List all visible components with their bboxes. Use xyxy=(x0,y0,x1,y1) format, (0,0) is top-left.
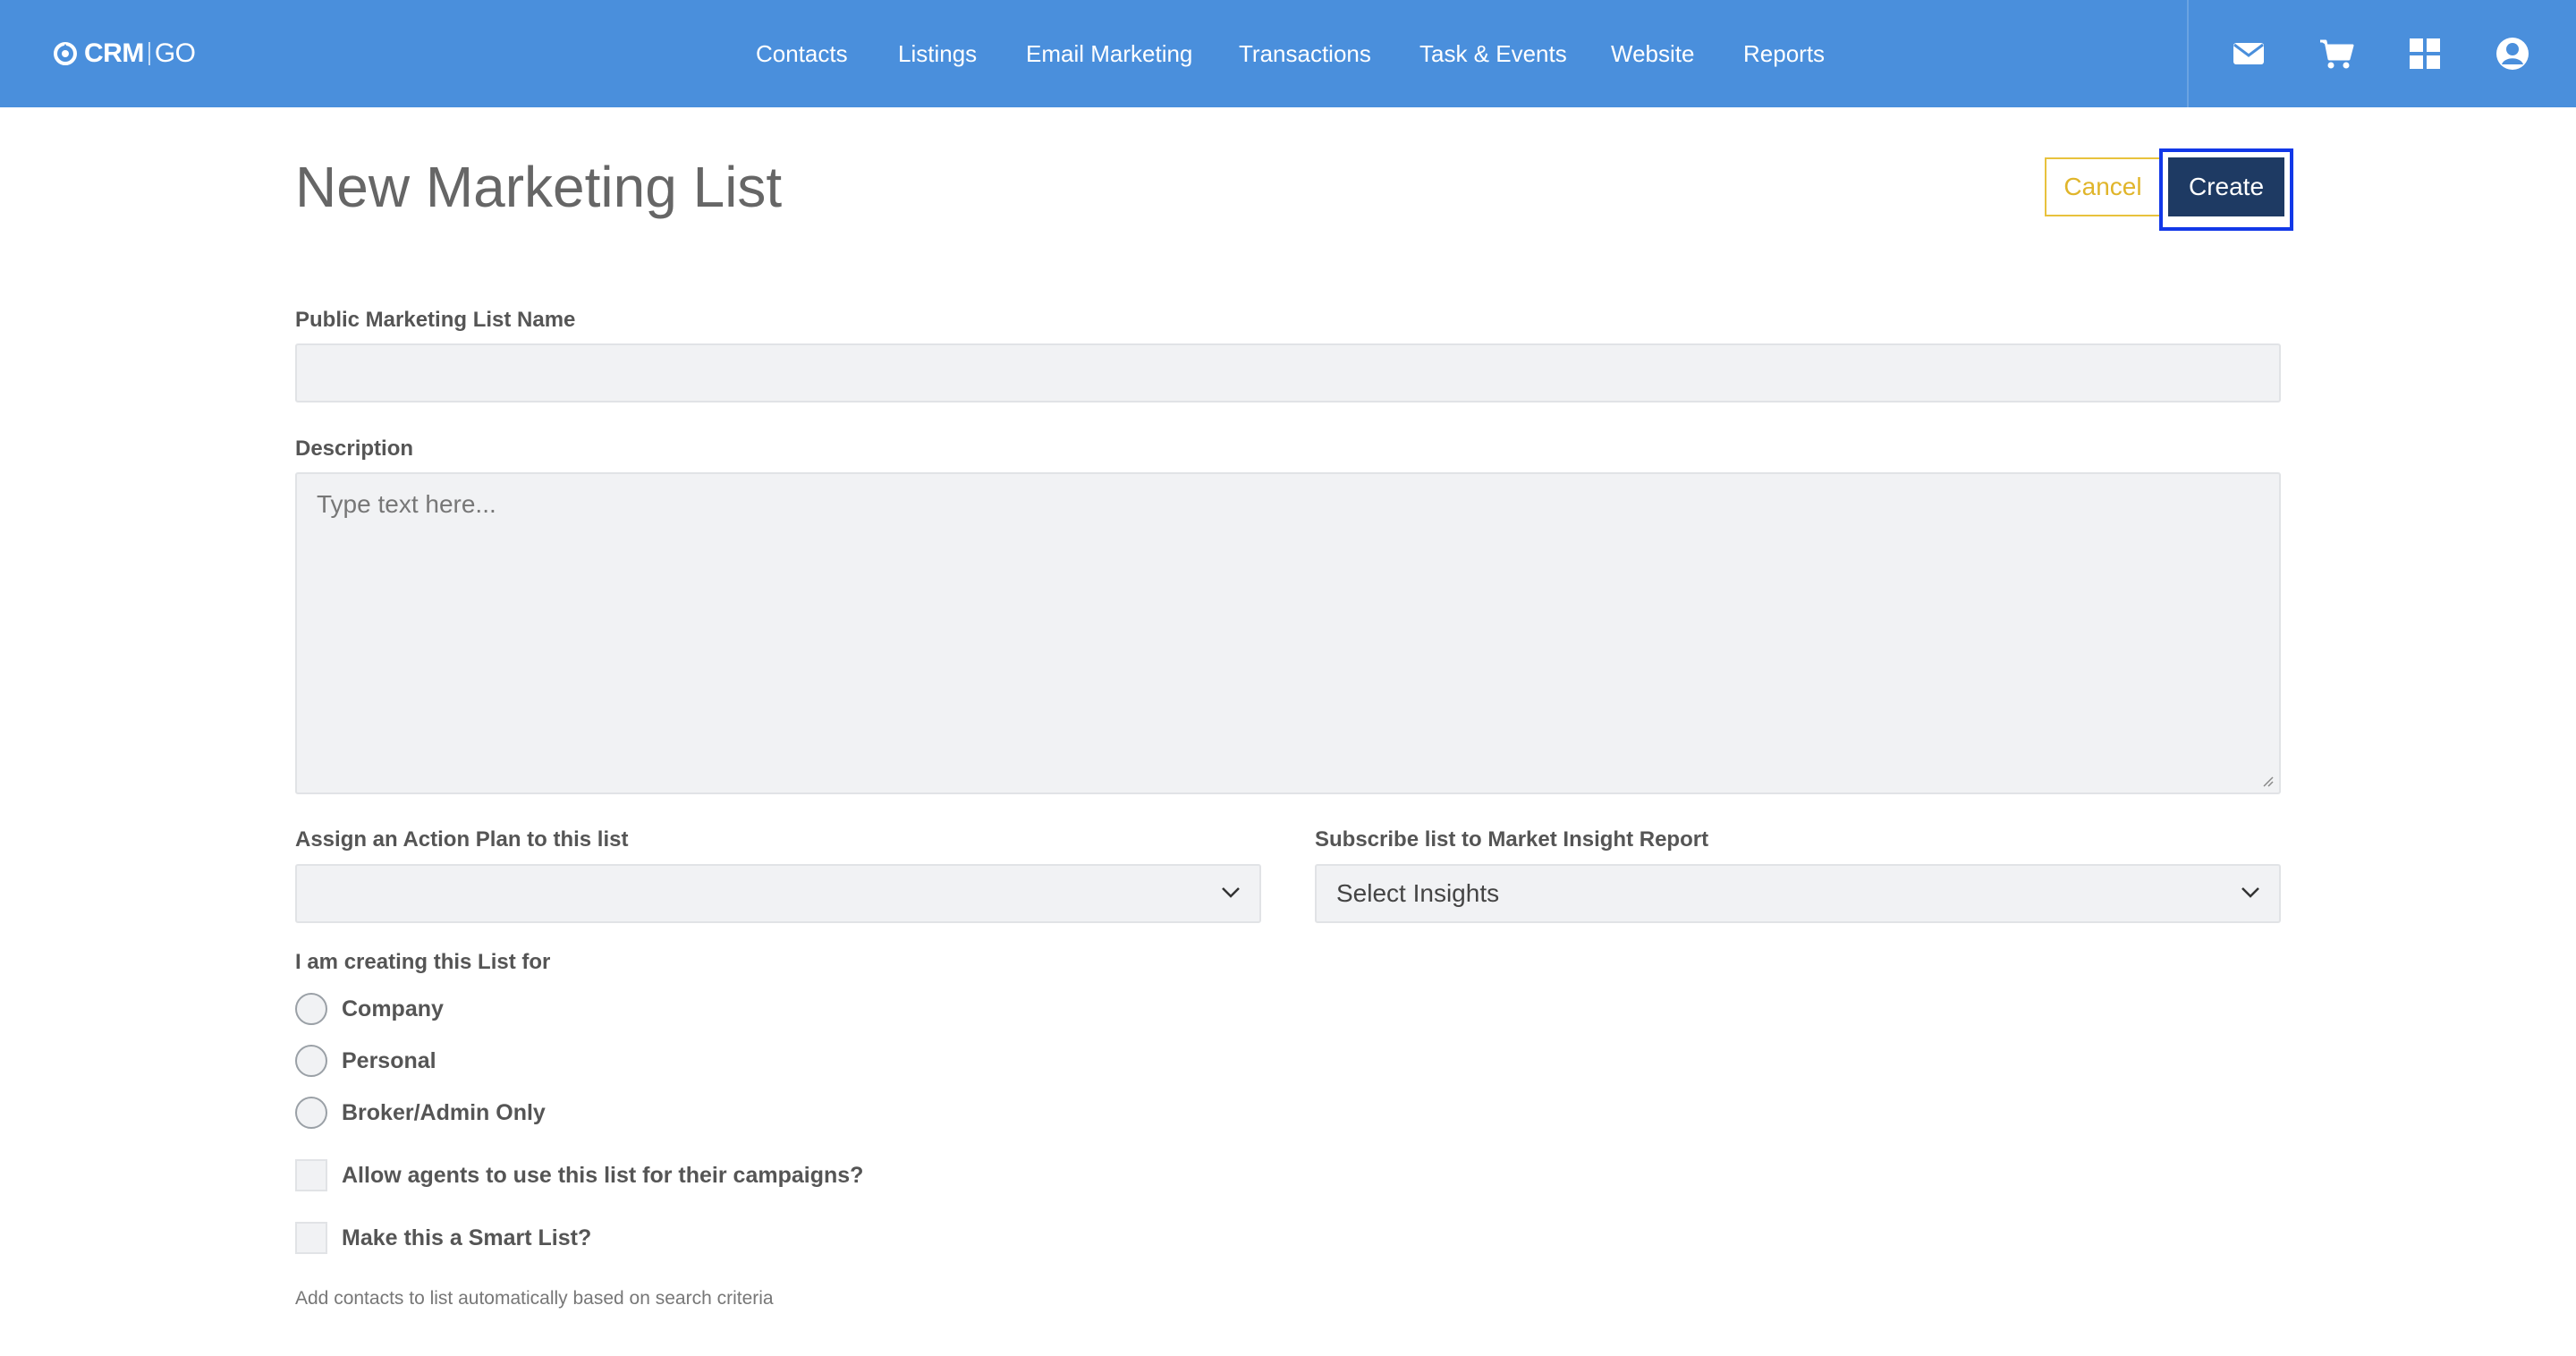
smart-list-checkbox-row[interactable]: Make this a Smart List? xyxy=(295,1222,591,1254)
radio-company[interactable]: Company xyxy=(295,993,444,1025)
insight-select[interactable]: Select Insights xyxy=(1315,864,2281,923)
nav-email-marketing-label: Email Marketing xyxy=(1026,39,1193,67)
smart-list-label: Make this a Smart List? xyxy=(342,1225,592,1250)
chevron-down-icon xyxy=(1222,887,1240,898)
topbar-divider xyxy=(2187,0,2189,107)
description-placeholder: Type text here... xyxy=(317,490,496,518)
resize-grip-icon[interactable] xyxy=(2261,775,2274,787)
radio-button[interactable] xyxy=(295,1045,327,1077)
nav-contacts[interactable]: Contacts xyxy=(756,0,848,107)
envelope-icon[interactable] xyxy=(2231,36,2267,72)
radio-button[interactable] xyxy=(295,993,327,1025)
list-name-label: Public Marketing List Name xyxy=(295,308,576,332)
nav-reports[interactable]: Reports xyxy=(1743,0,1825,107)
nav-website-label: Website xyxy=(1611,39,1695,67)
nav-email-marketing[interactable]: Email Marketing xyxy=(1026,0,1192,107)
create-button[interactable]: Create xyxy=(2168,157,2284,216)
insight-label: Subscribe list to Market Insight Report xyxy=(1315,827,1709,852)
nav-transactions-label: Transactions xyxy=(1239,39,1371,67)
top-navbar: CRM GO Contacts Listings Email Marketing… xyxy=(0,0,2576,107)
nav-contacts-label: Contacts xyxy=(756,39,848,67)
user-account-icon[interactable] xyxy=(2495,36,2530,72)
nav-task-events-label: Task & Events xyxy=(1419,39,1567,67)
action-plan-label: Assign an Action Plan to this list xyxy=(295,827,629,852)
allow-agents-label: Allow agents to use this list for their … xyxy=(342,1162,864,1188)
cart-icon[interactable] xyxy=(2318,36,2354,72)
smart-list-help-text: Add contacts to list automatically based… xyxy=(295,1288,774,1309)
logo-separator xyxy=(148,42,150,65)
nav-listings-label: Listings xyxy=(898,39,978,67)
insight-value: Select Insights xyxy=(1336,879,1500,907)
apps-grid-icon[interactable] xyxy=(2407,36,2443,72)
crmgo-logo[interactable]: CRM GO xyxy=(52,38,196,70)
list-name-input[interactable] xyxy=(295,343,2281,403)
logo-text-go: GO xyxy=(154,38,196,68)
radio-broker-admin-label: Broker/Admin Only xyxy=(342,1099,546,1125)
nav-website[interactable]: Website xyxy=(1611,0,1694,107)
chevron-down-icon xyxy=(2241,887,2259,898)
radio-personal[interactable]: Personal xyxy=(295,1045,436,1077)
radio-button[interactable] xyxy=(295,1097,327,1129)
nav-reports-label: Reports xyxy=(1743,39,1826,67)
allow-agents-checkbox-row[interactable]: Allow agents to use this list for their … xyxy=(295,1159,863,1191)
action-plan-select[interactable] xyxy=(295,864,1261,923)
logo-text-crm: CRM xyxy=(84,38,144,68)
nav-transactions[interactable]: Transactions xyxy=(1239,0,1371,107)
nav-listings[interactable]: Listings xyxy=(898,0,977,107)
nav-task-events[interactable]: Task & Events xyxy=(1419,0,1567,107)
radio-broker-admin[interactable]: Broker/Admin Only xyxy=(295,1097,546,1129)
cancel-button[interactable]: Cancel xyxy=(2045,157,2161,216)
creating-for-label: I am creating this List for xyxy=(295,950,551,974)
radio-personal-label: Personal xyxy=(342,1047,436,1073)
description-label: Description xyxy=(295,436,414,461)
allow-agents-checkbox[interactable] xyxy=(295,1159,327,1191)
description-textarea[interactable]: Type text here... xyxy=(295,472,2281,794)
smart-list-checkbox[interactable] xyxy=(295,1222,327,1254)
radio-company-label: Company xyxy=(342,996,444,1021)
logo-mark-icon xyxy=(54,42,77,65)
page-title: New Marketing List xyxy=(295,155,783,219)
